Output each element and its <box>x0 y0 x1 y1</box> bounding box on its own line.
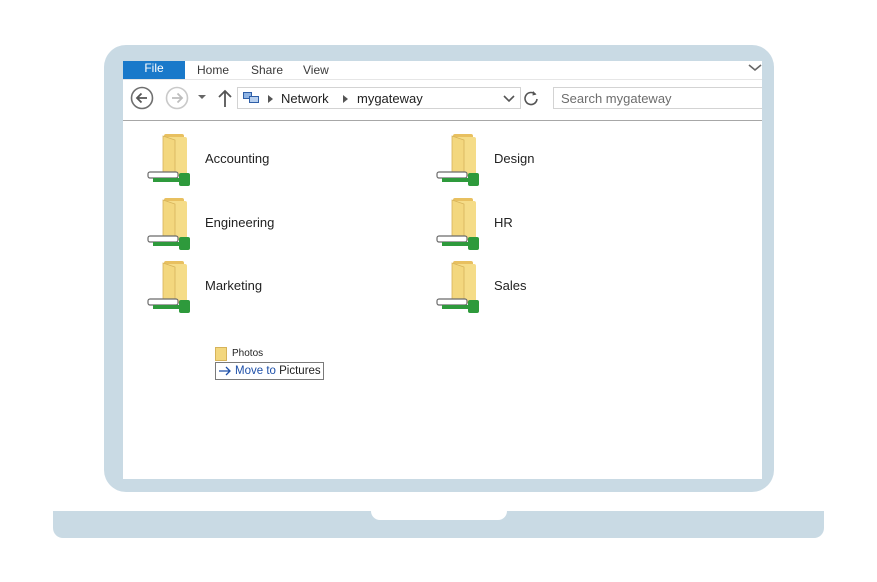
folder-icon <box>215 347 227 361</box>
breadcrumb-separator-icon <box>343 95 348 103</box>
folder-marketing[interactable]: Marketing <box>145 259 385 315</box>
tab-share[interactable]: Share <box>251 63 283 77</box>
network-icon <box>243 92 259 103</box>
tab-file[interactable]: File <box>123 61 185 79</box>
navigation-bar: Network mygateway Search mygateway <box>123 80 762 121</box>
drag-tooltip: Move to Pictures <box>215 362 324 380</box>
folder-label: Design <box>494 151 535 166</box>
ribbon: File Home Share View <box>123 61 762 80</box>
network-folder-icon <box>147 134 190 186</box>
tab-view[interactable]: View <box>303 63 329 77</box>
file-explorer-window: File Home Share View Network mygateway S… <box>123 61 762 479</box>
drag-target-name: Pictures <box>279 365 321 377</box>
laptop-notch <box>371 511 507 520</box>
forward-button[interactable] <box>165 86 189 110</box>
network-folder-icon <box>436 261 479 313</box>
breadcrumb-network[interactable]: Network <box>281 91 329 106</box>
recent-locations-chevron-icon[interactable] <box>197 92 207 102</box>
network-folder-icon <box>436 134 479 186</box>
drag-preview: Photos Move to Pictures <box>215 345 355 385</box>
network-folder-icon <box>147 261 190 313</box>
address-bar[interactable]: Network mygateway <box>237 87 521 109</box>
search-placeholder: Search mygateway <box>561 91 672 106</box>
laptop-base <box>53 511 824 538</box>
refresh-icon[interactable] <box>523 89 539 107</box>
breadcrumb-separator-icon <box>268 95 273 103</box>
dragged-item-name: Photos <box>232 348 264 359</box>
folder-label: HR <box>494 215 513 230</box>
breadcrumb-mygateway[interactable]: mygateway <box>357 91 423 106</box>
folder-label: Sales <box>494 278 527 293</box>
chevron-down-icon[interactable] <box>748 61 762 75</box>
network-folder-icon <box>436 198 479 250</box>
folder-label: Marketing <box>205 278 263 293</box>
network-folder-icon <box>147 198 190 250</box>
folder-design[interactable]: Design <box>434 132 674 188</box>
folder-label: Accounting <box>205 151 270 166</box>
folder-label: Engineering <box>205 215 275 230</box>
drag-tooltip-text: Move to Pictures <box>235 365 321 377</box>
drag-action-verb: Move to <box>235 365 276 377</box>
arrow-right-icon <box>219 366 231 376</box>
tab-home[interactable]: Home <box>197 63 229 77</box>
folder-accounting[interactable]: Accounting <box>145 132 385 188</box>
back-button[interactable] <box>130 86 154 110</box>
address-dropdown-chevron-icon[interactable] <box>503 94 515 104</box>
search-input[interactable]: Search mygateway <box>553 87 762 109</box>
up-arrow-button[interactable] <box>216 88 234 108</box>
folder-sales[interactable]: Sales <box>434 259 674 315</box>
folder-hr[interactable]: HR <box>434 196 674 252</box>
folder-engineering[interactable]: Engineering <box>145 196 385 252</box>
